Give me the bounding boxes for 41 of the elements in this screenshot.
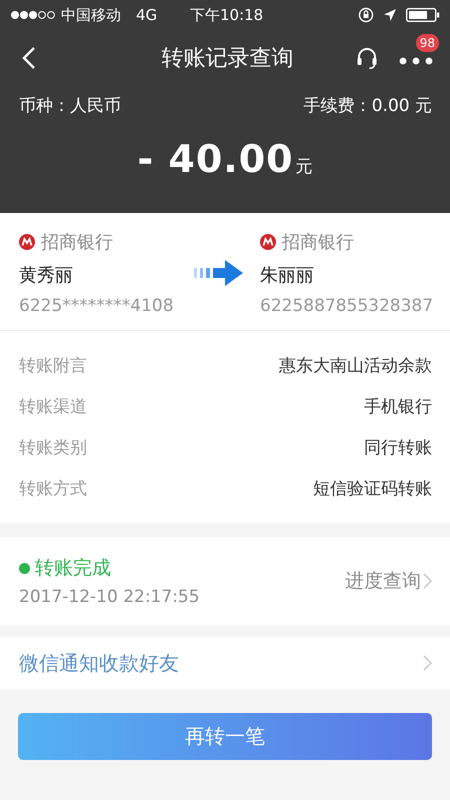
battery-icon	[406, 8, 440, 22]
carrier-name: 中国移动	[61, 6, 121, 24]
detail-label: 转账类别	[19, 437, 87, 459]
bank-name: 招商银行	[41, 231, 113, 254]
bank-logo-icon	[19, 234, 35, 250]
status-time: 2017-12-10 22:17:55	[19, 587, 200, 607]
payer-name: 黄秀丽	[19, 264, 74, 287]
detail-value: 同行转账	[364, 437, 432, 459]
amount-value: - 40.00	[137, 137, 294, 181]
signal-icon	[10, 10, 56, 20]
network-type: 4G	[136, 6, 158, 24]
status-label: 转账完成	[35, 556, 111, 581]
status-dot-icon	[19, 562, 30, 574]
more-icon[interactable]	[399, 57, 433, 65]
bank-logo-icon	[260, 234, 276, 250]
amount-unit: 元	[296, 156, 313, 178]
chevron-icon	[423, 573, 432, 589]
account-number: 6225887855328387	[260, 296, 434, 316]
page-title: 转账记录查询	[162, 45, 294, 73]
back-icon[interactable]	[22, 46, 36, 70]
location-icon	[383, 8, 397, 22]
payee-name: 朱丽丽	[260, 264, 315, 287]
account-number: 6225********4108	[19, 296, 175, 316]
bank-name: 招商银行	[282, 231, 354, 254]
rotation-lock-icon	[358, 7, 374, 23]
notify-row[interactable]: 微信通知收款好友	[0, 637, 450, 689]
detail-value: 手机银行	[364, 396, 432, 418]
detail-value: 惠东大南山活动余款	[279, 355, 432, 377]
currency-label: 币种：人民币	[19, 95, 121, 117]
detail-label: 转账渠道	[19, 396, 87, 418]
arrow-icon	[194, 260, 244, 286]
detail-label: 转账附言	[19, 355, 87, 377]
fee-label: 手续费：0.00 元	[304, 95, 432, 117]
notification-badge: 98	[416, 34, 439, 52]
clock-time: 下午10:18	[190, 6, 264, 25]
progress-link[interactable]: 进度查询	[345, 568, 421, 594]
chevron-icon	[423, 655, 432, 671]
detail-value: 短信验证码转账	[313, 478, 432, 500]
detail-label: 转账方式	[19, 478, 87, 500]
headset-icon[interactable]	[355, 46, 379, 70]
transfer-again-button[interactable]: 再转一笔	[18, 713, 432, 760]
